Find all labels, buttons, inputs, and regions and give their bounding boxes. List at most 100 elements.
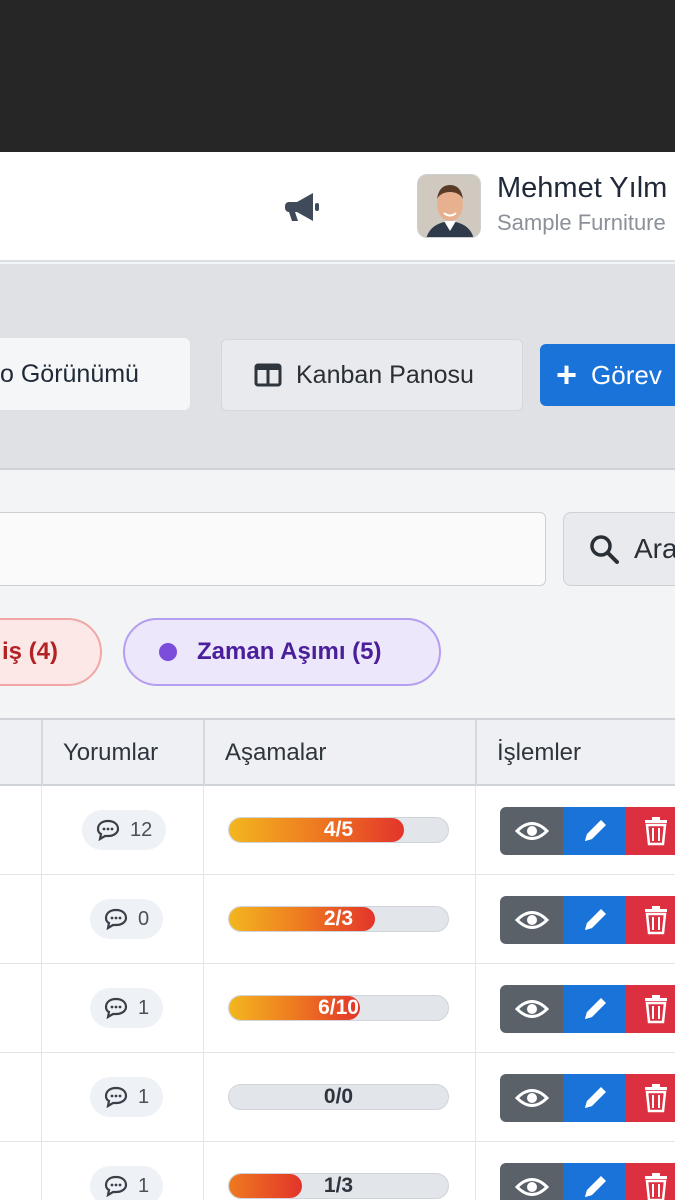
kanban-columns-icon — [254, 363, 282, 387]
comment-count-badge[interactable]: 1 — [90, 1077, 164, 1117]
trash-icon — [645, 906, 667, 935]
stage-progress-label: 2/3 — [323, 907, 354, 930]
trash-icon — [645, 1173, 667, 1200]
table-cell-divider — [475, 964, 476, 1053]
comment-bubble-icon — [104, 908, 128, 930]
eye-icon — [514, 822, 549, 840]
table-cell-divider — [203, 1053, 204, 1142]
pencil-icon — [584, 909, 606, 930]
pencil-icon — [584, 1087, 606, 1108]
delete-button[interactable] — [626, 807, 675, 855]
table-cell-divider — [203, 964, 204, 1053]
comment-count-badge[interactable]: 1 — [90, 1166, 164, 1200]
search-button[interactable]: Ara — [563, 512, 675, 586]
delete-button[interactable] — [626, 1163, 675, 1200]
top-header: Mehmet Yılm Sample Furniture — [0, 152, 675, 262]
pencil-icon — [584, 820, 606, 841]
add-task-label: Görev — [591, 359, 662, 390]
stage-progress-label: 1/3 — [323, 1174, 354, 1197]
stage-progress-label: 0/0 — [323, 1085, 354, 1108]
search-input[interactable] — [0, 512, 546, 586]
filter-pill-overdue[interactable]: Zaman Aşımı (5) — [123, 618, 441, 686]
table-cell-divider — [203, 1142, 204, 1200]
comment-count: 1 — [138, 1085, 150, 1108]
table-cell-divider — [475, 786, 476, 875]
view-button[interactable] — [500, 1163, 563, 1200]
top-dark-band — [0, 0, 675, 152]
search-button-label: Ara — [634, 533, 675, 564]
edit-button[interactable] — [563, 896, 626, 944]
comment-count-badge[interactable]: 0 — [90, 899, 164, 939]
comment-count-badge[interactable]: 1 — [90, 988, 164, 1028]
add-task-button[interactable]: + Görev — [540, 344, 675, 406]
filter-pill-red-label: iş (4) — [2, 638, 59, 665]
comment-count: 1 — [138, 996, 150, 1019]
table-row[interactable]: 12 4/5 — [0, 786, 675, 875]
avatar-photo-icon — [418, 175, 480, 237]
eye-icon — [514, 911, 549, 929]
user-avatar[interactable] — [417, 174, 481, 238]
column-header-stages[interactable]: Aşamalar — [203, 720, 475, 786]
edit-button[interactable] — [563, 985, 626, 1033]
app-page: Mehmet Yılm Sample Furniture o Görünümü … — [0, 152, 675, 1200]
table-cell-divider — [475, 1142, 476, 1200]
row-actions — [500, 985, 675, 1033]
announcement-megaphone-icon[interactable] — [285, 190, 325, 224]
pencil-icon — [584, 1176, 606, 1197]
table-cell-divider — [475, 875, 476, 964]
eye-icon — [514, 1000, 549, 1018]
table-cell-divider — [203, 875, 204, 964]
row-actions — [500, 807, 675, 855]
row-actions — [500, 1074, 675, 1122]
table-cell-divider — [41, 964, 42, 1053]
row-actions — [500, 1163, 675, 1200]
comment-count: 12 — [130, 818, 153, 841]
view-button[interactable] — [500, 807, 563, 855]
trash-icon — [645, 817, 667, 846]
user-company: Sample Furniture — [497, 210, 666, 235]
comment-bubble-icon — [104, 997, 128, 1019]
table-row[interactable]: 0 2/3 — [0, 875, 675, 964]
view-button[interactable] — [500, 1074, 563, 1122]
comment-bubble-icon — [104, 1175, 128, 1197]
filter-pill-overdue-label: Zaman Aşımı (5) — [197, 638, 382, 665]
table-row[interactable]: 1 6/10 — [0, 964, 675, 1053]
column-header-comments[interactable]: Yorumlar — [41, 720, 203, 786]
plus-icon: + — [556, 354, 578, 395]
stage-progress-bar: 2/3 — [228, 906, 449, 932]
edit-button[interactable] — [563, 807, 626, 855]
table-cell-divider — [203, 786, 204, 875]
table-cell-divider — [41, 1142, 42, 1200]
table-cell-divider — [41, 1053, 42, 1142]
stage-progress-bar: 6/10 — [228, 995, 449, 1021]
delete-button[interactable] — [626, 985, 675, 1033]
stage-progress-label: 4/5 — [323, 818, 354, 841]
view-button[interactable] — [500, 985, 563, 1033]
comment-bubble-icon — [104, 1086, 128, 1108]
view-toolbar: o Görünümü Kanban Panosu + Görev — [0, 264, 675, 470]
pencil-icon — [584, 998, 606, 1019]
delete-button[interactable] — [626, 896, 675, 944]
delete-button[interactable] — [626, 1074, 675, 1122]
table-cell-divider — [475, 1053, 476, 1142]
list-view-label: o Görünümü — [0, 359, 139, 388]
comment-count: 0 — [138, 907, 150, 930]
list-view-button[interactable]: o Görünümü — [0, 338, 190, 410]
stage-progress-bar: 4/5 — [228, 817, 449, 843]
table-row[interactable]: 1 0/0 — [0, 1053, 675, 1142]
edit-button[interactable] — [563, 1163, 626, 1200]
user-name: Mehmet Yılm — [497, 172, 668, 204]
eye-icon — [514, 1089, 549, 1107]
comment-count-badge[interactable]: 12 — [82, 810, 167, 850]
trash-icon — [645, 995, 667, 1024]
trash-icon — [645, 1084, 667, 1113]
kanban-view-label: Kanban Panosu — [296, 360, 474, 389]
table-cell-divider — [41, 875, 42, 964]
kanban-view-button[interactable]: Kanban Panosu — [221, 339, 523, 411]
view-button[interactable] — [500, 896, 563, 944]
edit-button[interactable] — [563, 1074, 626, 1122]
comment-count: 1 — [138, 1174, 150, 1197]
search-icon — [590, 535, 619, 564]
table-row[interactable]: 1 1/3 — [0, 1142, 675, 1200]
filter-pill-red[interactable]: iş (4) — [0, 618, 102, 686]
